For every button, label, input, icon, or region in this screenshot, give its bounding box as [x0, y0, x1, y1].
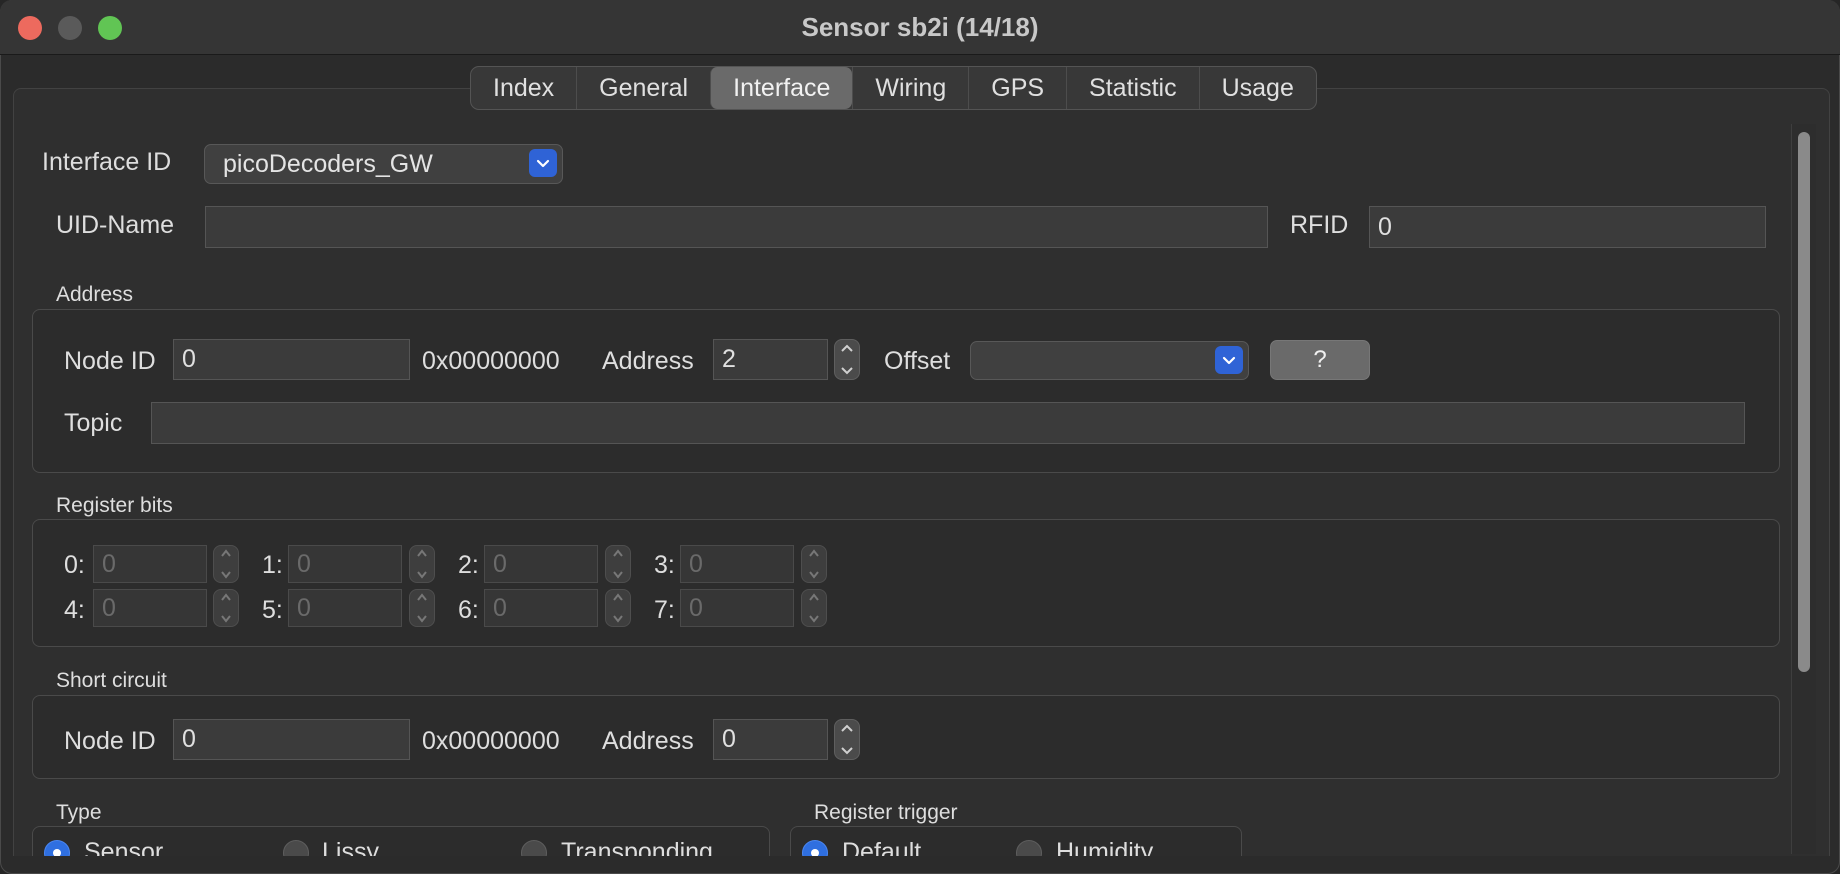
offset-select[interactable]	[970, 341, 1249, 380]
tab-gps[interactable]: GPS	[968, 67, 1066, 109]
short-circuit-section-label: Short circuit	[56, 669, 167, 692]
node-id-hex: 0x00000000	[422, 347, 560, 375]
bit-input[interactable]: 0	[680, 589, 794, 627]
tab-wiring[interactable]: Wiring	[852, 67, 968, 109]
chevron-up-icon	[417, 593, 427, 601]
chevron-up-icon	[841, 724, 853, 732]
bit-label: 2:	[458, 551, 479, 579]
topic-input[interactable]	[151, 402, 1745, 444]
tab-usage[interactable]: Usage	[1198, 67, 1316, 109]
chevron-up-icon	[613, 549, 623, 557]
chevron-down-icon	[809, 571, 819, 579]
bit-input[interactable]: 0	[680, 545, 794, 583]
register-bits-section-label: Register bits	[56, 494, 173, 517]
node-id-input[interactable]: 0	[173, 339, 410, 380]
type-transponding-label: Transponding	[561, 838, 713, 856]
chevron-up-icon	[809, 593, 819, 601]
sc-node-id-hex: 0x00000000	[422, 727, 560, 755]
address-input[interactable]: 2	[713, 339, 828, 380]
address-stepper[interactable]	[834, 339, 860, 380]
uid-name-input[interactable]	[205, 206, 1268, 248]
bit-input[interactable]: 0	[484, 545, 598, 583]
trigger-default-label: Default	[842, 838, 922, 856]
register-bits-group	[32, 519, 1780, 647]
chevron-up-icon	[417, 549, 427, 557]
sensor-window: Sensor sb2i (14/18) Index General Interf…	[0, 0, 1840, 874]
chevron-up-icon	[221, 593, 231, 601]
bit-stepper[interactable]	[605, 589, 631, 627]
sc-address-stepper[interactable]	[834, 719, 860, 760]
chevron-up-icon	[809, 549, 819, 557]
interface-id-select[interactable]: picoDecoders_GW	[204, 144, 563, 184]
bit-label: 6:	[458, 596, 479, 624]
chevron-up-icon	[841, 344, 853, 352]
chevron-down-icon	[1215, 346, 1243, 374]
type-lissy-label: Lissy	[322, 838, 379, 856]
bit-stepper[interactable]	[605, 545, 631, 583]
tab-statistic[interactable]: Statistic	[1066, 67, 1199, 109]
chevron-down-icon	[529, 149, 557, 177]
tab-index[interactable]: Index	[471, 67, 576, 109]
chevron-down-icon	[221, 571, 231, 579]
chevron-down-icon	[841, 747, 853, 755]
type-sensor-label: Sensor	[84, 838, 164, 856]
sc-node-id-input[interactable]: 0	[173, 719, 410, 760]
bit-label: 7:	[654, 596, 675, 624]
node-id-label: Node ID	[64, 347, 156, 375]
bit-input[interactable]: 0	[93, 545, 207, 583]
chevron-down-icon	[613, 615, 623, 623]
sc-address-input[interactable]: 0	[713, 719, 828, 760]
bit-label: 5:	[262, 596, 283, 624]
scrollbar-thumb[interactable]	[1798, 132, 1810, 672]
bit-label: 3:	[654, 551, 675, 579]
address-group	[32, 309, 1780, 473]
chevron-down-icon	[417, 615, 427, 623]
topic-label: Topic	[64, 409, 123, 437]
bit-stepper[interactable]	[213, 545, 239, 583]
bit-label: 1:	[262, 551, 283, 579]
register-trigger-section-label: Register trigger	[814, 801, 958, 824]
interface-id-label: Interface ID	[42, 148, 172, 176]
address-label: Address	[602, 347, 694, 375]
bit-stepper[interactable]	[409, 545, 435, 583]
tab-general[interactable]: General	[576, 67, 710, 109]
bit-label: 0:	[64, 551, 85, 579]
offset-help-button[interactable]: ?	[1270, 340, 1370, 380]
chevron-down-icon	[221, 615, 231, 623]
chevron-up-icon	[221, 549, 231, 557]
rfid-input[interactable]: 0	[1369, 206, 1766, 248]
chevron-down-icon	[613, 571, 623, 579]
bit-input[interactable]: 0	[288, 589, 402, 627]
bit-input[interactable]: 0	[93, 589, 207, 627]
sc-node-id-label: Node ID	[64, 727, 156, 755]
address-section-label: Address	[56, 283, 134, 306]
rfid-label: RFID	[1290, 211, 1349, 239]
bit-input[interactable]: 0	[484, 589, 598, 627]
tab-interface[interactable]: Interface	[710, 67, 853, 109]
tab-bar: Index General Interface Wiring GPS Stati…	[470, 66, 1317, 110]
chevron-down-icon	[417, 571, 427, 579]
offset-label: Offset	[884, 347, 951, 375]
vertical-scrollbar[interactable]	[1791, 124, 1816, 854]
chevron-down-icon	[841, 367, 853, 375]
bit-stepper[interactable]	[801, 545, 827, 583]
trigger-humidity-label: Humidity	[1056, 838, 1154, 856]
bit-label: 4:	[64, 596, 85, 624]
bit-stepper[interactable]	[409, 589, 435, 627]
type-section-label: Type	[56, 801, 102, 824]
sc-address-label: Address	[602, 727, 694, 755]
uid-name-label: UID-Name	[56, 211, 175, 239]
chevron-down-icon	[809, 615, 819, 623]
bit-stepper[interactable]	[801, 589, 827, 627]
bit-input[interactable]: 0	[288, 545, 402, 583]
bit-stepper[interactable]	[213, 589, 239, 627]
chevron-up-icon	[613, 593, 623, 601]
interface-id-value: picoDecoders_GW	[223, 149, 433, 178]
